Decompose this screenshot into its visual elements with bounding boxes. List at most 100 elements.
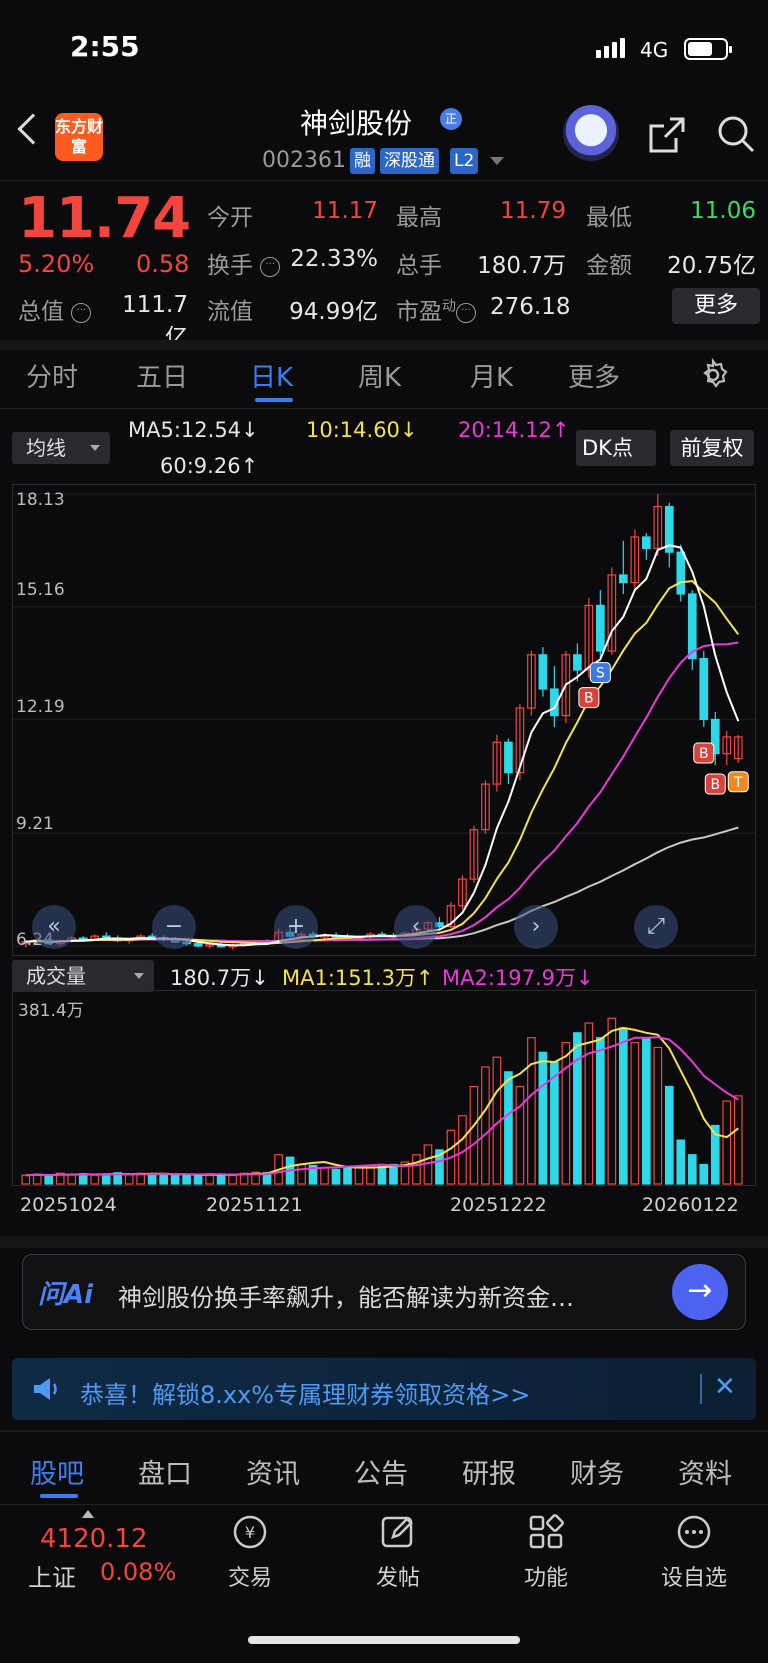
volume-readout: 180.7万↓ — [170, 966, 269, 990]
volume-bar — [469, 1085, 479, 1185]
volume-bar — [722, 1100, 732, 1185]
volume-bar — [653, 1046, 663, 1185]
divider — [700, 1374, 702, 1404]
trade-marker: T — [727, 771, 749, 793]
divider — [0, 1430, 768, 1432]
scroll-left-fast-icon[interactable]: « — [32, 905, 76, 949]
volume-bar — [630, 1041, 640, 1185]
chevron-down-icon[interactable] — [490, 157, 504, 165]
index-value[interactable]: 4120.12 — [40, 1524, 148, 1554]
share-icon[interactable] — [648, 116, 686, 154]
fullscreen-icon[interactable]: ⤢ — [634, 905, 678, 949]
divider — [0, 180, 768, 181]
tab-weekly-k[interactable]: 周K — [358, 357, 401, 394]
volume-bar — [320, 1167, 329, 1185]
amount-label: 金额 — [586, 253, 632, 279]
tab-profile[interactable]: 资料 — [678, 1452, 732, 1491]
volume-dropdown[interactable]: 成交量 — [12, 960, 154, 992]
ai-prompt-text[interactable]: 神剑股份换手率飙升，能否解读为新资金… — [118, 1278, 574, 1313]
volume-bar — [354, 1166, 364, 1185]
ma5-readout: MA5:12.54↓ — [128, 418, 259, 442]
trade-marker-label: B — [699, 746, 709, 762]
volume-bar — [297, 1163, 306, 1185]
active-tab-indicator — [255, 398, 293, 402]
dk-point-button[interactable]: DK点 — [576, 430, 656, 466]
candle-body — [618, 574, 628, 584]
pe-label: 市盈动 ··· — [396, 292, 476, 326]
gear-icon[interactable] — [696, 358, 730, 392]
more-button[interactable]: 更多 — [672, 288, 760, 324]
nav-functions[interactable]: 功能 — [501, 1560, 591, 1592]
robot-assistant-icon[interactable] — [563, 105, 619, 161]
search-icon[interactable] — [716, 114, 756, 154]
trade-marker: B — [578, 687, 600, 709]
close-icon[interactable]: ✕ — [714, 1372, 736, 1402]
ma60-line — [25, 826, 739, 943]
volume-bar — [527, 1037, 536, 1185]
nav-post[interactable]: 发帖 — [353, 1560, 443, 1592]
nav-trade[interactable]: 交易 — [205, 1560, 295, 1592]
tab-research[interactable]: 研报 — [462, 1452, 516, 1491]
tab-more[interactable]: 更多 — [568, 357, 620, 394]
ma10-readout: 10:14.60↓ — [306, 418, 418, 442]
ma20-line — [25, 641, 739, 943]
trade-marker-label: B — [710, 777, 720, 793]
index-name[interactable]: 上证 — [28, 1558, 76, 1593]
ma60-readout: 60:9.26↑ — [160, 454, 259, 478]
info-dots-icon[interactable]: ··· — [456, 302, 476, 323]
volume-bar — [641, 1037, 651, 1185]
tab-forum[interactable]: 股吧 — [30, 1452, 84, 1491]
tag-connect: 深股通 — [380, 148, 439, 174]
edit-post-icon[interactable] — [378, 1512, 418, 1552]
back-icon[interactable] — [17, 113, 49, 145]
tab-news[interactable]: 资讯 — [246, 1452, 300, 1491]
volume-bar — [193, 1174, 203, 1185]
nav-watchlist[interactable]: 设自选 — [649, 1560, 739, 1592]
tab-financials[interactable]: 财务 — [570, 1452, 624, 1491]
info-dots-icon[interactable]: ··· — [71, 302, 92, 323]
network-type: 4G — [640, 38, 669, 62]
functions-icon[interactable] — [526, 1512, 566, 1552]
stock-code: 002361 — [262, 148, 346, 173]
zoom-out-icon[interactable]: − — [152, 905, 196, 949]
tab-daily-k[interactable]: 日K — [250, 357, 293, 394]
volume-bar — [377, 1165, 387, 1185]
more-dots-icon[interactable] — [674, 1512, 714, 1552]
info-dots-icon[interactable]: ··· — [260, 256, 281, 277]
index-percent[interactable]: 0.08% — [100, 1558, 176, 1586]
trade-marker: B — [704, 773, 726, 795]
zoom-in-icon[interactable]: + — [274, 905, 318, 949]
y-tick: 12.19 — [16, 697, 65, 717]
open-value: 11.17 — [312, 198, 378, 224]
home-indicator[interactable] — [248, 1636, 520, 1644]
ma-dropdown[interactable]: 均线 — [12, 432, 110, 464]
open-label: 今开 — [207, 205, 253, 231]
volume-bar — [101, 1173, 111, 1185]
tab-monthly-k[interactable]: 月K — [470, 357, 513, 394]
volume-bar — [412, 1154, 421, 1185]
volume-bar — [343, 1167, 352, 1185]
volume-bar — [550, 1061, 559, 1185]
kline-chart[interactable]: BSBB T — [12, 484, 756, 956]
adjust-button[interactable]: 前复权 — [670, 430, 754, 466]
ma5-line — [25, 544, 740, 947]
tab-intraday[interactable]: 分时 — [26, 357, 78, 394]
scroll-left-icon[interactable]: ‹ — [394, 905, 438, 949]
volume-bar — [538, 1051, 548, 1185]
volume-bar — [124, 1174, 134, 1185]
promo-text[interactable]: 恭喜！解锁8.xx%专属理财券领取资格>> — [80, 1375, 530, 1410]
volume-bar — [733, 1095, 743, 1185]
candle-body — [699, 658, 709, 721]
tab-announcements[interactable]: 公告 — [354, 1452, 408, 1491]
arrow-right-icon[interactable]: → — [672, 1264, 728, 1320]
vol-max-label: 381.4万 — [18, 1001, 84, 1021]
tab-order-book[interactable]: 盘口 — [138, 1452, 192, 1491]
low-value: 11.06 — [690, 198, 756, 224]
trade-marker-label: S — [596, 666, 605, 682]
candle-body — [504, 741, 513, 774]
trade-icon[interactable]: ¥ — [230, 1512, 270, 1552]
volume-chart[interactable] — [12, 990, 756, 1186]
tab-five-day[interactable]: 五日 — [136, 357, 188, 394]
amount-value: 20.75亿 — [667, 253, 756, 279]
scroll-right-icon[interactable]: › — [514, 905, 558, 949]
